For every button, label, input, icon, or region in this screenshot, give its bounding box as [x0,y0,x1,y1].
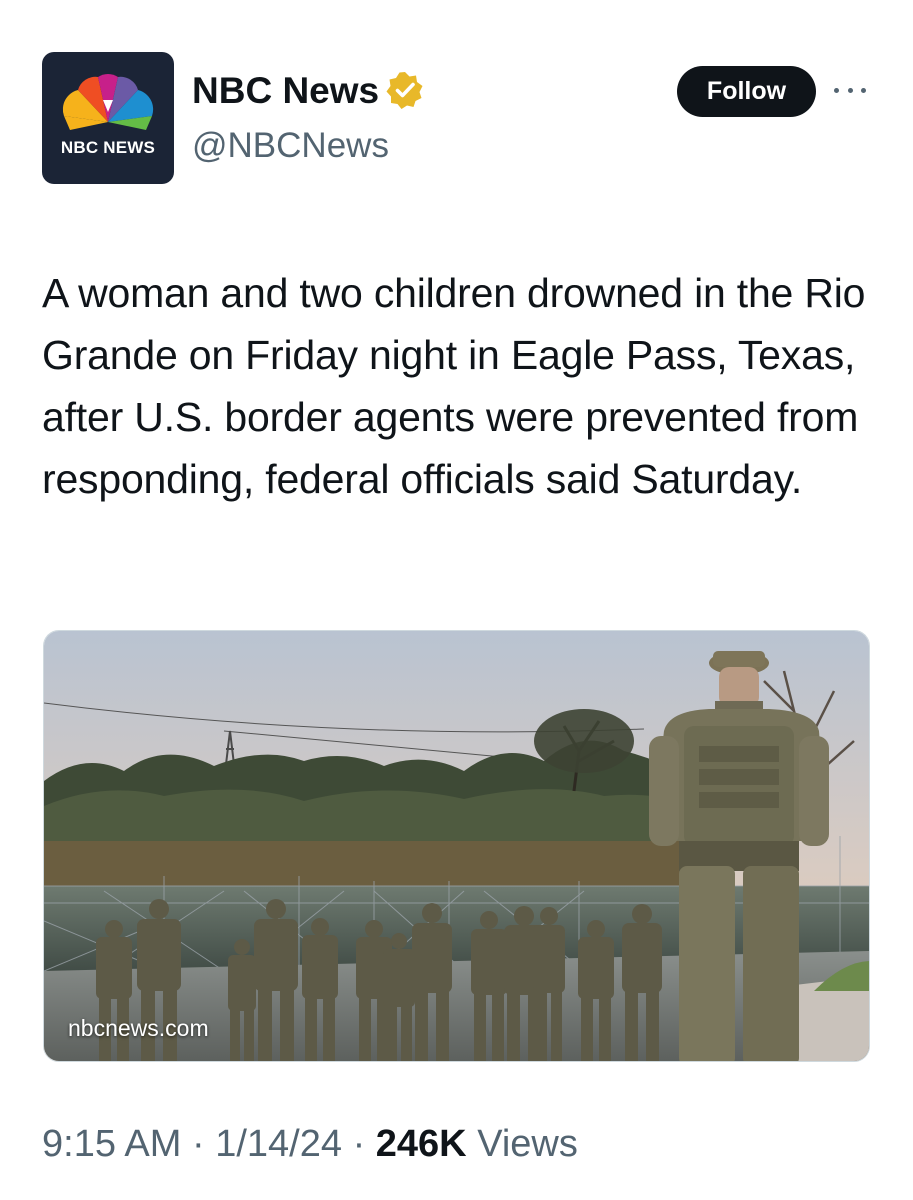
verified-badge-icon [386,72,423,109]
avatar-logo-text: NBC NEWS [60,138,156,157]
tweet-media-card[interactable]: nbcnews.com [43,630,870,1062]
tweet-date[interactable]: 1/14/24 [215,1123,342,1165]
views-count: 246K [375,1123,467,1165]
follow-button[interactable]: Follow [677,66,816,117]
tweet-page: NBC NEWS NBC News @NBCNews Follow A woma… [0,0,913,1200]
more-dot [834,87,839,93]
tweet-time[interactable]: 9:15 AM [42,1123,181,1165]
more-options-icon[interactable] [834,78,866,102]
more-dot [861,87,866,93]
tweet-meta: 9:15 AM · 1/14/24 · 246K Views [42,1125,578,1163]
display-name-text: NBC News [192,69,380,111]
media-source-label: nbcnews.com [68,1015,209,1041]
meta-separator: · [352,1123,366,1165]
account-handle[interactable]: @NBCNews [192,128,389,163]
display-name[interactable]: NBC News [192,70,425,110]
more-dot [847,87,853,93]
meta-separator: · [191,1123,205,1165]
avatar[interactable]: NBC NEWS [42,52,174,184]
nbc-peacock-icon [62,73,154,130]
news-photo [44,631,869,1061]
tweet-text: A woman and two children drowned in the … [42,270,866,502]
views-label: Views [477,1123,578,1165]
